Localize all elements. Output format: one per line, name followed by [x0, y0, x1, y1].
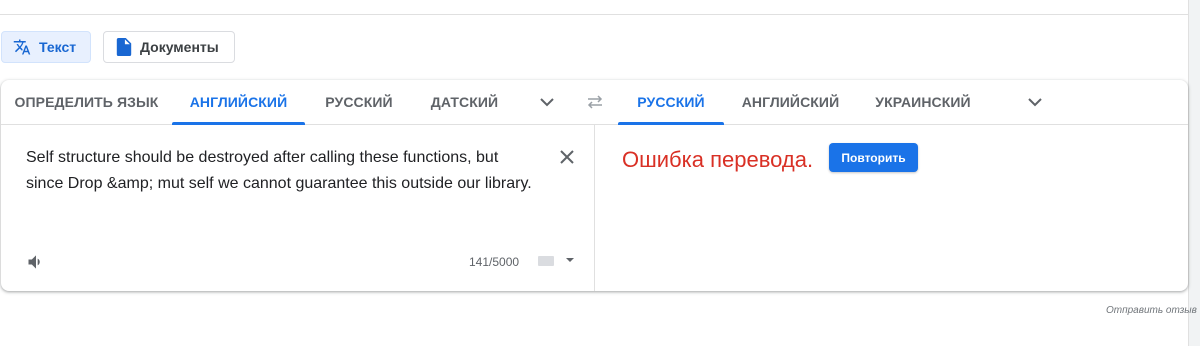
tab-target-ukrainian[interactable]: УКРАИНСКИЙ [857, 80, 989, 124]
translator-card: ОПРЕДЕЛИТЬ ЯЗЫК АНГЛИЙСКИЙ РУССКИЙ ДАТСК… [1, 80, 1188, 291]
send-feedback-link[interactable]: Отправить отзыв [1106, 305, 1197, 316]
text-mode-button[interactable]: Текст [1, 31, 91, 63]
keyboard-dropdown-icon[interactable] [566, 258, 574, 262]
document-icon [116, 38, 132, 56]
chevron-down-icon[interactable] [1027, 94, 1043, 110]
tab-detect-language[interactable]: ОПРЕДЕЛИТЬ ЯЗЫК [1, 80, 172, 124]
text-mode-label: Текст [39, 39, 77, 55]
close-icon[interactable] [558, 148, 576, 166]
swap-icon[interactable] [585, 94, 605, 110]
character-counter: 141/5000 [469, 255, 520, 269]
panel-divider [594, 124, 595, 291]
tab-source-english[interactable]: АНГЛИЙСКИЙ [172, 80, 305, 125]
tab-source-danish[interactable]: ДАТСКИЙ [413, 80, 516, 124]
scrollbar[interactable] [1188, 0, 1200, 346]
translation-error: Ошибка перевода. [622, 147, 814, 172]
documents-mode-label: Документы [140, 39, 219, 55]
keyboard-icon[interactable] [538, 256, 554, 266]
documents-mode-button[interactable]: Документы [103, 31, 235, 63]
language-tabs: ОПРЕДЕЛИТЬ ЯЗЫК АНГЛИЙСКИЙ РУССКИЙ ДАТСК… [1, 80, 1188, 125]
chevron-down-icon[interactable] [539, 94, 555, 110]
speaker-icon[interactable] [26, 252, 46, 272]
top-divider [0, 14, 1188, 15]
source-text-input[interactable]: Self structure should be destroyed after… [26, 145, 536, 197]
retry-button[interactable]: Повторить [829, 143, 918, 172]
tab-source-russian[interactable]: РУССКИЙ [305, 80, 413, 124]
tab-target-russian[interactable]: РУССКИЙ [618, 80, 724, 125]
translate-icon [13, 38, 31, 56]
tab-target-english[interactable]: АНГЛИЙСКИЙ [724, 80, 857, 124]
